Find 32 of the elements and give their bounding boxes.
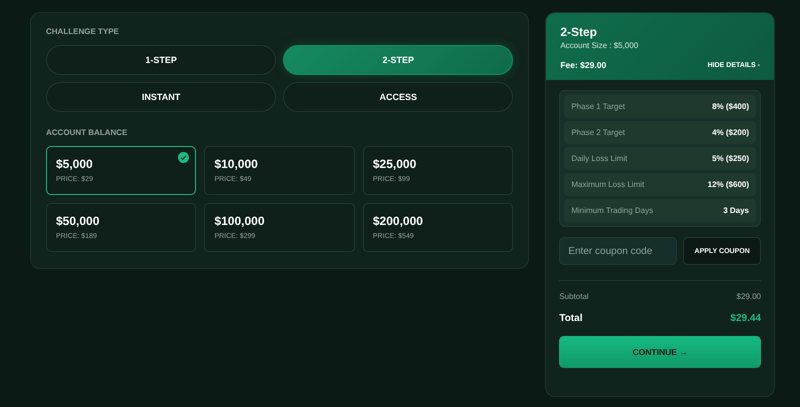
fee-text: Fee: $29.00 — [560, 60, 606, 70]
challenge-type-tab[interactable]: 2-STEP — [283, 45, 514, 75]
balance-amount: $25,000 — [372, 157, 416, 171]
balance-amount: $50,000 — [56, 214, 100, 228]
plan-title: 2-Step — [560, 25, 598, 39]
continue-button[interactable]: CONTINUE → — [559, 336, 761, 368]
balance-amount: $100,000 — [214, 214, 264, 228]
detail-value: 3 Days — [723, 206, 749, 215]
challenge-type-tab[interactable]: ACCESS — [283, 82, 514, 112]
section-label: CHALLENGE TYPE — [46, 27, 120, 36]
detail-label: Minimum Trading Days — [571, 206, 654, 215]
detail-label: Phase 2 Target — [571, 128, 625, 137]
balance-amount: $5,000 — [56, 157, 93, 171]
detail-label: Phase 1 Target — [571, 102, 625, 111]
account-size: Account Size : $5,000 — [560, 41, 638, 50]
detail-value: 5% ($250) — [712, 154, 749, 163]
challenge-type-tab[interactable]: 1-STEP — [46, 45, 276, 75]
balance-amount: $200,000 — [372, 214, 423, 228]
check-icon — [178, 152, 190, 163]
section-label: ACCOUNT BALANCE — [46, 128, 128, 137]
balance-amount: $10,000 — [214, 157, 258, 171]
detail-value: 4% ($200) — [712, 128, 749, 137]
subtotal-label: Subtotal — [559, 292, 589, 301]
total-value: $29.44 — [730, 313, 761, 324]
challenge-type-tab[interactable]: INSTANT — [46, 82, 276, 112]
coupon-field[interactable]: Enter coupon code — [559, 237, 678, 265]
detail-value: 8% ($400) — [712, 102, 749, 111]
total-label: Total — [559, 313, 582, 324]
detail-value: 12% ($600) — [708, 180, 749, 189]
subtotal-value: $29.00 — [736, 292, 761, 301]
detail-label: Maximum Loss Limit — [571, 180, 644, 189]
detail-label: Daily Loss Limit — [571, 154, 628, 163]
